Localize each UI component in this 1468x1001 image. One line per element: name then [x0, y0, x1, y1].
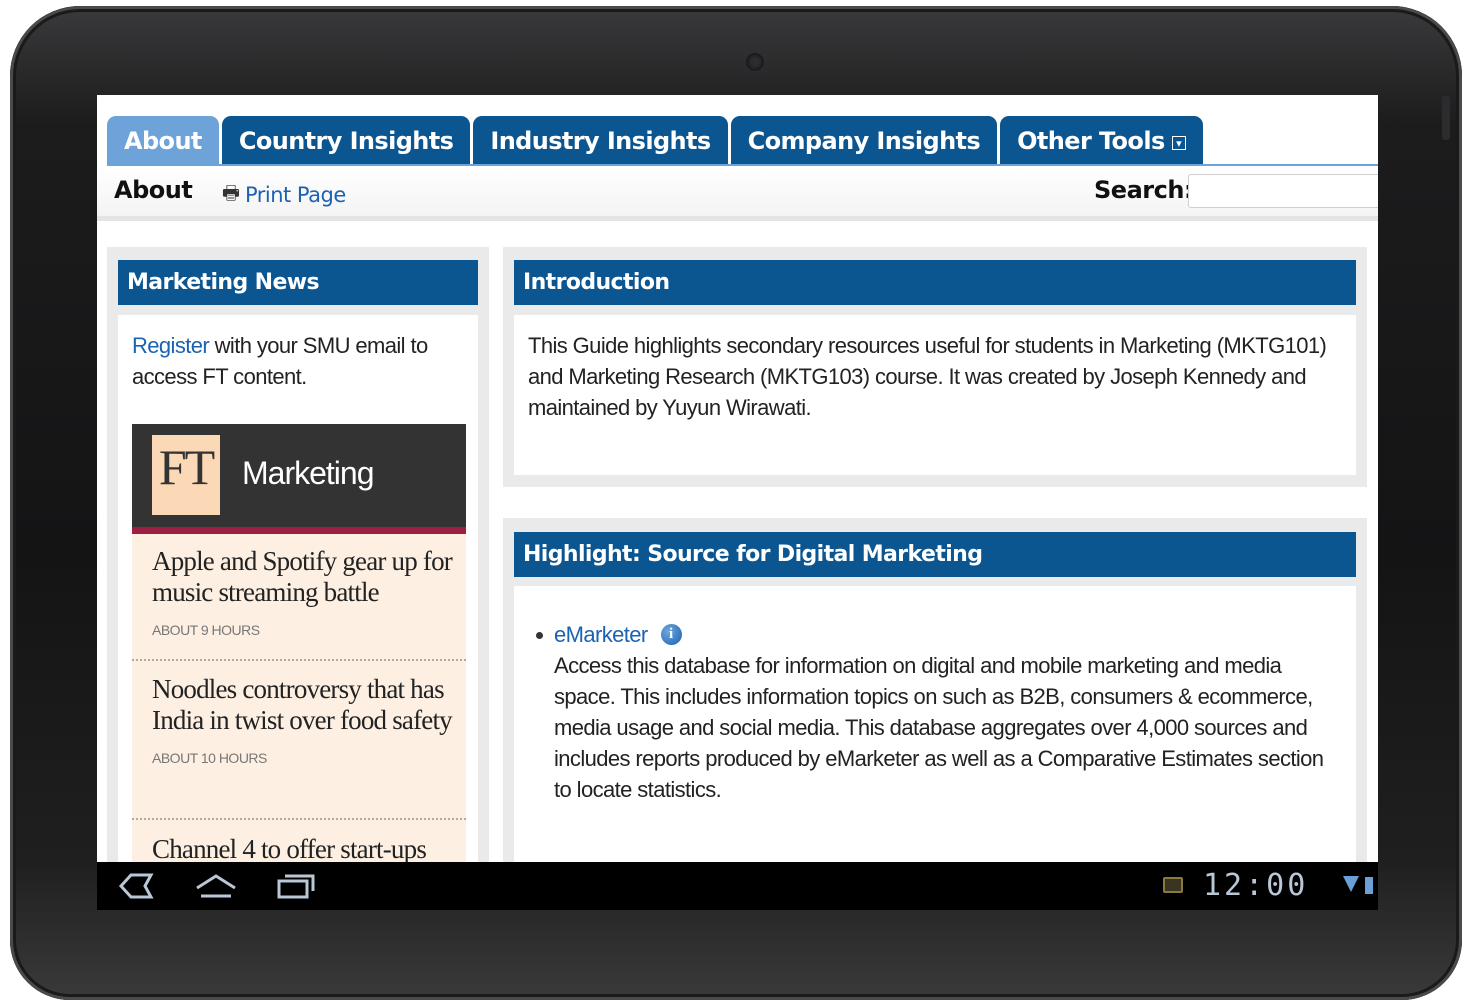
side-button	[1442, 96, 1450, 140]
web-page: About Country Insights Industry Insights…	[97, 95, 1378, 862]
ft-divider	[132, 659, 466, 661]
tab-company-insights[interactable]: Company Insights	[730, 116, 998, 165]
signal-battery-icon	[1343, 876, 1373, 894]
highlight-panel: Highlight: Source for Digital Marketing …	[503, 518, 1367, 862]
ft-logo[interactable]: FT	[152, 435, 220, 515]
recent-apps-icon[interactable]	[275, 872, 317, 900]
marketing-news-body: Register with your SMU email to access F…	[118, 315, 478, 862]
back-icon[interactable]	[115, 872, 155, 900]
tab-bar: About Country Insights Industry Insights…	[107, 116, 1203, 165]
highlight-body: eMarketer i Access this database for inf…	[514, 586, 1356, 862]
introduction-text: This Guide highlights secondary resource…	[528, 333, 1327, 420]
gallery-notification-icon[interactable]	[1163, 877, 1183, 893]
ft-divider	[132, 818, 466, 820]
emarketer-link[interactable]: eMarketer	[554, 619, 648, 650]
ft-timestamp: ABOUT 9 HOURS	[152, 622, 260, 638]
marketing-news-panel: Marketing News Register with your SMU em…	[107, 247, 489, 862]
ft-headline[interactable]: Noodles controversy that has India in tw…	[152, 674, 453, 736]
clock: 12:00	[1203, 868, 1309, 903]
tab-label: Country Insights	[238, 126, 454, 155]
ft-headline[interactable]: Channel 4 to offer start-ups	[152, 834, 452, 862]
dropdown-arrow-icon[interactable]: ▾	[1171, 135, 1186, 150]
tab-industry-insights[interactable]: Industry Insights	[473, 116, 728, 165]
sub-header: About 🖶 Print Page Search:	[97, 166, 1378, 221]
ft-news-item[interactable]: Noodles controversy that has India in tw…	[152, 674, 453, 766]
ft-headline[interactable]: Apple and Spotify gear up for music stre…	[152, 546, 453, 608]
register-note: Register with your SMU email to access F…	[132, 330, 462, 392]
tab-country-insights[interactable]: Country Insights	[221, 116, 471, 165]
print-page-label: Print Page	[244, 183, 346, 207]
tab-label: Other Tools	[1017, 126, 1165, 155]
tab-label: Industry Insights	[490, 126, 711, 155]
search-input[interactable]	[1188, 174, 1378, 208]
highlight-title: Highlight: Source for Digital Marketing	[514, 532, 1356, 577]
ft-news-item[interactable]: Apple and Spotify gear up for music stre…	[152, 546, 453, 638]
ft-news-item[interactable]: Channel 4 to offer start-ups	[152, 834, 452, 862]
tab-other-tools[interactable]: Other Tools ▾	[1000, 116, 1203, 165]
print-page-link[interactable]: 🖶 Print Page	[222, 179, 346, 211]
screen: About Country Insights Industry Insights…	[97, 95, 1378, 910]
ft-section-title: Marketing	[242, 455, 374, 491]
marketing-news-title: Marketing News	[118, 260, 478, 305]
introduction-body: This Guide highlights secondary resource…	[514, 315, 1356, 475]
info-icon[interactable]: i	[660, 624, 682, 645]
resource-title-row: eMarketer i	[554, 619, 682, 650]
system-nav-bar: 12:00	[97, 862, 1378, 910]
tab-label: Company Insights	[747, 126, 981, 155]
home-icon[interactable]	[194, 872, 238, 900]
search-label: Search:	[1094, 176, 1194, 204]
resource-description: Access this database for information on …	[554, 653, 1324, 802]
introduction-panel: Introduction This Guide highlights secon…	[503, 247, 1367, 487]
bullet-icon	[536, 632, 543, 639]
register-link[interactable]: Register	[132, 333, 210, 358]
tab-about[interactable]: About	[107, 116, 219, 165]
printer-icon: 🖶	[222, 183, 240, 204]
ft-header: FT Marketing	[132, 424, 466, 534]
tablet-frame: About Country Insights Industry Insights…	[10, 6, 1462, 1000]
camera-icon	[746, 53, 764, 71]
tab-label: About	[124, 126, 202, 155]
page-title: About	[114, 176, 193, 204]
ft-news-widget: FT Marketing Apple and Spotify gear up f…	[132, 424, 466, 862]
ft-timestamp: ABOUT 10 HOURS	[152, 750, 267, 766]
introduction-title: Introduction	[514, 260, 1356, 305]
